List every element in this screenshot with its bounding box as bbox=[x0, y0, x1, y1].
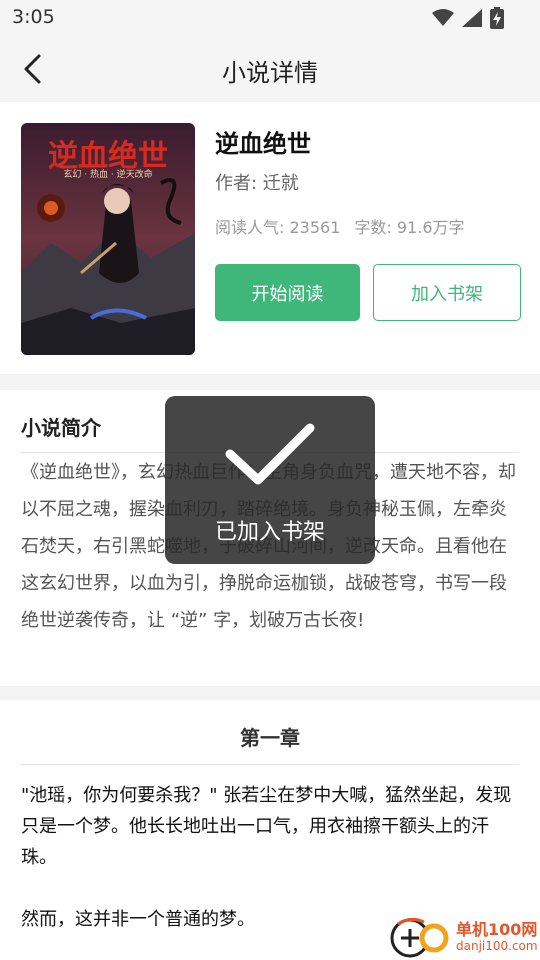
wifi-icon bbox=[432, 9, 454, 26]
section-divider bbox=[0, 374, 540, 390]
watermark-name: 单机100网 bbox=[456, 920, 538, 939]
chapter-text: "池瑶，你为何要杀我？" 张若尘在梦中大喊，猛然坐起，发现只是一个梦。他长长地吐… bbox=[21, 780, 521, 935]
divider bbox=[21, 764, 519, 765]
status-bar: 3:05 bbox=[0, 0, 540, 36]
word-count-stat: 字数: 91.6万字 bbox=[354, 218, 465, 237]
status-time: 3:05 bbox=[12, 6, 55, 28]
added-to-shelf-toast: 已加入书架 bbox=[165, 396, 375, 564]
start-reading-button[interactable]: 开始阅读 bbox=[215, 264, 360, 321]
checkmark-icon bbox=[225, 423, 315, 485]
toast-message: 已加入书架 bbox=[214, 520, 325, 545]
popularity-stat: 阅读人气: 23561 bbox=[215, 218, 341, 237]
chapter-paragraph: "池瑶，你为何要杀我？" 张若尘在梦中大喊，猛然坐起，发现只是一个梦。他长长地吐… bbox=[21, 785, 512, 868]
add-to-shelf-button[interactable]: 加入书架 bbox=[373, 264, 521, 321]
app-bar: 小说详情 bbox=[0, 36, 540, 102]
book-info-section: 逆血绝世 玄幻 · 热血 · 逆天改命 逆血绝世 作者: 迁就 阅读人气: 23… bbox=[0, 102, 540, 374]
battery-icon bbox=[490, 7, 504, 29]
book-stats: 阅读人气: 23561 字数: 91.6万字 bbox=[215, 214, 465, 238]
cover-subtitle: 玄幻 · 热血 · 逆天改命 bbox=[63, 170, 153, 180]
cell-signal-icon bbox=[462, 9, 482, 27]
site-watermark: 单机100网 danji100.com bbox=[390, 914, 540, 960]
section-divider bbox=[0, 686, 540, 700]
status-icons bbox=[432, 7, 504, 29]
chapter-title: 第一章 bbox=[240, 726, 300, 750]
watermark-logo-icon bbox=[390, 917, 449, 958]
synopsis-heading: 小说简介 bbox=[21, 416, 101, 440]
book-author: 作者: 迁就 bbox=[215, 173, 299, 194]
watermark-url: danji100.com bbox=[456, 939, 538, 953]
book-title: 逆血绝世 bbox=[215, 130, 311, 158]
page-title: 小说详情 bbox=[222, 59, 318, 87]
book-cover-image[interactable]: 逆血绝世 玄幻 · 热血 · 逆天改命 bbox=[21, 123, 195, 355]
